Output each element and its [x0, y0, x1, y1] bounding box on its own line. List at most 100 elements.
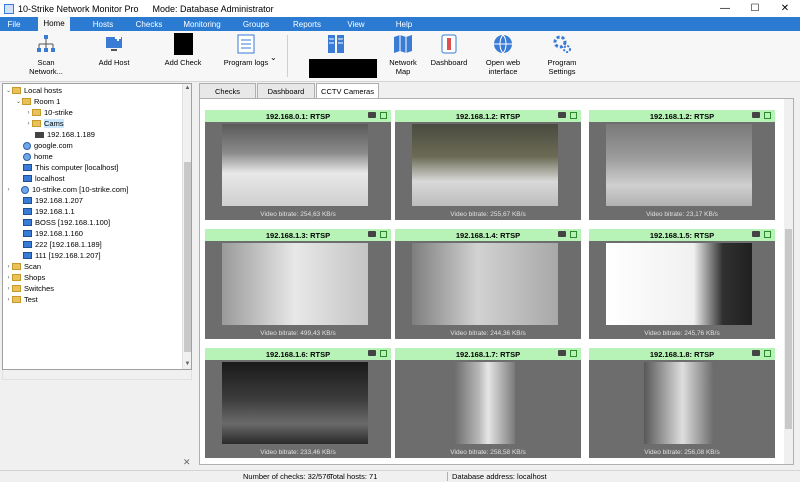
tree-item-local-hosts[interactable]: ⌄ Local hosts	[5, 85, 62, 96]
tree-item-10-strike-com[interactable]: › 10-strike.com [10-strike.com]	[5, 184, 129, 195]
menu-reports[interactable]: Reports	[280, 20, 334, 29]
video-camera-icon[interactable]	[368, 112, 376, 118]
chevron-down-icon[interactable]: ⌄	[15, 98, 22, 105]
program-logs-button[interactable]: Program logs	[222, 33, 270, 67]
tree-item-home[interactable]: home	[23, 151, 53, 162]
fullscreen-icon[interactable]	[380, 112, 387, 119]
tree-item-ip1[interactable]: 192.168.1.1	[23, 206, 75, 217]
scroll-thumb[interactable]	[184, 162, 191, 352]
close-icon[interactable]: ✕	[770, 0, 800, 17]
fullscreen-icon[interactable]	[380, 350, 387, 357]
chevron-right-icon[interactable]: ›	[5, 297, 12, 303]
dashboard-button[interactable]: Dashboard	[429, 33, 469, 67]
grid-vertical-scrollbar[interactable]	[784, 99, 793, 464]
fullscreen-icon[interactable]	[570, 112, 577, 119]
tree-item-label: 192.168.1.189	[47, 130, 95, 139]
video-camera-icon[interactable]	[752, 112, 760, 118]
camera-bitrate: Video bitrate: 233,46 KB/s	[260, 449, 336, 456]
tree-item-label: Scan	[24, 262, 42, 271]
camera-tile[interactable]: 192.168.1.8: RTSP Video bitrate: 256,08 K…	[589, 348, 775, 458]
network-map-button[interactable]: Network Map	[384, 33, 422, 76]
fullscreen-icon[interactable]	[570, 350, 577, 357]
tab-dashboard[interactable]: Dashboard	[257, 83, 315, 99]
chevron-down-icon[interactable]: ⌄	[5, 87, 12, 94]
camera-tile[interactable]: 192.168.1.5: RTSP Video bitrate: 245,76 K…	[589, 229, 775, 339]
menu-groups[interactable]: Groups	[232, 20, 280, 29]
video-camera-icon[interactable]	[558, 350, 566, 356]
tree-vertical-scrollbar[interactable]: ▲ ▼	[182, 84, 191, 369]
computer-icon	[23, 230, 32, 237]
scan-network-label: Scan Network...	[29, 58, 63, 76]
menu-checks[interactable]: Checks	[126, 20, 172, 29]
database-icon	[325, 33, 347, 55]
add-check-button[interactable]: Add Check	[162, 33, 204, 67]
tree-horizontal-scrollbar[interactable]	[2, 370, 192, 380]
computer-icon	[23, 164, 32, 171]
video-camera-icon[interactable]	[368, 231, 376, 237]
camera-tile[interactable]: 192.168.1.3: RTSP Video bitrate: 499,43 K…	[205, 229, 391, 339]
tree-item-111[interactable]: 111 [192.168.1.207]	[23, 250, 101, 261]
video-camera-icon[interactable]	[558, 231, 566, 237]
chevron-right-icon[interactable]: ›	[25, 110, 32, 116]
tree-item-10-strike[interactable]: › 10-strike	[25, 107, 73, 118]
fullscreen-icon[interactable]	[380, 231, 387, 238]
camera-tile[interactable]: 192.168.1.7: RTSP Video bitrate: 258,58 K…	[395, 348, 581, 458]
scroll-up-icon[interactable]: ▲	[183, 84, 191, 93]
chevron-right-icon[interactable]: ›	[5, 264, 12, 270]
menu-help[interactable]: Help	[378, 20, 430, 29]
minimize-icon[interactable]: —	[710, 0, 740, 17]
tree-item-this-computer[interactable]: This computer [localhost]	[23, 162, 118, 173]
tree-item-scan[interactable]: › Scan	[5, 261, 42, 272]
tree-item-shops[interactable]: › Shops	[5, 272, 46, 283]
maximize-icon[interactable]: ☐	[740, 0, 770, 17]
tree-item-room1[interactable]: ⌄ Room 1	[15, 96, 60, 107]
camera-tile[interactable]: 192.168.1.4: RTSP Video bitrate: 244,36 K…	[395, 229, 581, 339]
tree-item-ip207[interactable]: 192.168.1.207	[23, 195, 83, 206]
tree-item-ip189[interactable]: 192.168.1.189	[35, 129, 95, 140]
tree-item-222[interactable]: 222 [192.168.1.189]	[23, 239, 102, 250]
tree-item-ip160[interactable]: 192.168.1.160	[23, 228, 83, 239]
camera-tile[interactable]: 192.168.0.1: RTSP Video bitrate: 254,63 K…	[205, 110, 391, 220]
map-icon	[392, 33, 414, 55]
scroll-down-icon[interactable]: ▼	[183, 360, 191, 369]
camera-tile[interactable]: 192.168.1.2: RTSP Video bitrate: 23,17 KB…	[589, 110, 775, 220]
video-camera-icon[interactable]	[368, 350, 376, 356]
menu-file[interactable]: File	[0, 20, 28, 29]
scan-network-button[interactable]: Scan Network...	[20, 33, 72, 76]
menu-hosts[interactable]: Hosts	[80, 20, 126, 29]
add-host-button[interactable]: Add Host	[94, 33, 134, 67]
chevron-down-icon[interactable]: ⌄	[270, 53, 277, 62]
tree-item-label: 10-strike	[44, 108, 73, 117]
menu-home[interactable]: Home	[38, 17, 70, 31]
chevron-right-icon[interactable]: ›	[25, 121, 32, 127]
tree-item-test[interactable]: › Test	[5, 294, 38, 305]
tree-item-google[interactable]: google.com	[23, 140, 73, 151]
video-camera-icon[interactable]	[752, 231, 760, 237]
tab-checks[interactable]: Checks	[199, 83, 256, 99]
camera-tile[interactable]: 192.168.1.6: RTSP Video bitrate: 233,46 K…	[205, 348, 391, 458]
menu-monitoring[interactable]: Monitoring	[172, 20, 232, 29]
tree-item-label: localhost	[35, 174, 65, 183]
computer-icon	[23, 241, 32, 248]
video-camera-icon[interactable]	[752, 350, 760, 356]
tree-item-cams[interactable]: › Cams	[25, 118, 64, 129]
program-settings-button[interactable]: Program Settings	[542, 33, 582, 76]
pin-icon[interactable]: ✕	[183, 457, 191, 468]
fullscreen-icon[interactable]	[764, 350, 771, 357]
fullscreen-icon[interactable]	[570, 231, 577, 238]
database-button[interactable]	[318, 33, 354, 58]
tab-cctv-cameras[interactable]: CCTV Cameras	[316, 83, 379, 99]
camera-tile[interactable]: 192.168.1.2: RTSP Video bitrate: 255,67 K…	[395, 110, 581, 220]
scroll-thumb[interactable]	[785, 229, 792, 429]
chevron-right-icon[interactable]: ›	[5, 187, 12, 193]
tree-item-switches[interactable]: › Switches	[5, 283, 55, 294]
tree-item-localhost[interactable]: localhost	[23, 173, 65, 184]
fullscreen-icon[interactable]	[764, 112, 771, 119]
open-web-interface-button[interactable]: Open web interface	[483, 33, 523, 76]
fullscreen-icon[interactable]	[764, 231, 771, 238]
menu-view[interactable]: View	[334, 20, 378, 29]
video-camera-icon[interactable]	[558, 112, 566, 118]
chevron-right-icon[interactable]: ›	[5, 286, 12, 292]
tree-item-boss[interactable]: BOSS [192.168.1.100]	[23, 217, 110, 228]
chevron-right-icon[interactable]: ›	[5, 275, 12, 281]
